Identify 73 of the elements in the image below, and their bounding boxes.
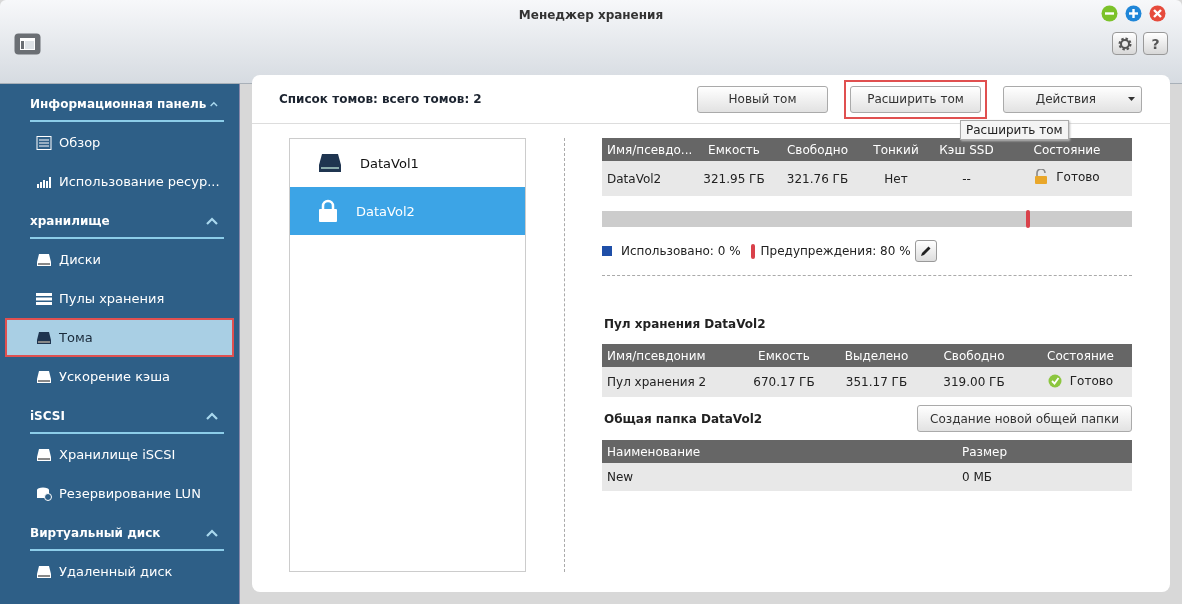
table-cell: Пул хранения 2 (602, 367, 734, 397)
section-title: Пул хранения DataVol2 (604, 317, 767, 331)
column-header: Кэш SSD (931, 138, 1002, 161)
lock-icon (318, 199, 338, 223)
drive-icon (318, 153, 342, 173)
sidebar-section-header[interactable]: Информационная панель (30, 84, 224, 122)
table-cell: 0 МБ (957, 463, 1132, 491)
column-header: Свободно (919, 344, 1029, 367)
sidebar-item[interactable]: Обзор (0, 123, 239, 162)
toolbar-button[interactable]: Новый том (697, 85, 828, 113)
drive-icon (36, 330, 52, 345)
pencil-icon (919, 245, 932, 257)
sidebar-section-header[interactable]: хранилище (30, 201, 224, 239)
actions-dropdown[interactable]: Действия (1003, 85, 1142, 113)
sidebar-item[interactable]: Резервирование LUN (0, 474, 239, 513)
column-header: Тонкий (861, 138, 931, 161)
create-folder-button[interactable]: Создание новой общей папки (917, 405, 1132, 432)
column-header: Емкость (734, 344, 834, 367)
warning-legend-swatch (750, 243, 755, 259)
drive-icon (36, 564, 52, 579)
table-cell: 321.95 ГБ (694, 161, 774, 196)
column-header: Имя/псевдо... (602, 138, 694, 161)
column-header: Выделено (834, 344, 919, 367)
table-cell: New (602, 463, 957, 491)
status-text: Готово (1069, 373, 1114, 388)
used-legend-swatch (602, 246, 612, 256)
table-cell: 321.76 ГБ (774, 161, 861, 196)
column-header: Размер (957, 440, 1132, 463)
help-button[interactable]: ? (1143, 32, 1168, 55)
sidebar-section-header[interactable]: Виртуальный диск (30, 513, 224, 551)
sidebar-item[interactable]: Диски (0, 240, 239, 279)
sidebar-section-header[interactable]: iSCSI (30, 396, 224, 434)
drive-icon (36, 447, 52, 462)
table-cell: 351.17 ГБ (834, 367, 919, 397)
window-title: Менеджер хранения (518, 8, 664, 22)
bar-chart-icon (36, 174, 52, 189)
column-header: Состояние (1029, 344, 1132, 367)
database-icon (36, 486, 52, 501)
list-icon (36, 135, 52, 150)
used-legend: Использовано: 0 % (621, 244, 741, 258)
drive-icon (36, 369, 52, 384)
close-icon[interactable] (1149, 5, 1166, 22)
table-cell: -- (931, 161, 1002, 196)
sidebar-item[interactable]: Хранилище iSCSI (0, 435, 239, 474)
maximize-icon[interactable] (1125, 5, 1142, 22)
sidebar-item[interactable]: Использование ресур... (0, 162, 239, 201)
table-cell: DataVol2 (602, 161, 694, 196)
panel-toggle-icon[interactable] (14, 32, 41, 55)
caret-icon (1128, 97, 1135, 101)
sidebar-item[interactable]: Ускорение кэша (0, 357, 239, 396)
status-text: Готово (1056, 170, 1100, 184)
sidebar-item[interactable]: Пулы хранения (0, 279, 239, 318)
drive-icon (36, 252, 52, 267)
column-header: Свободно (774, 138, 861, 161)
table-cell: 670.17 ГБ (734, 367, 834, 397)
toolbar-button[interactable]: Расширить том (850, 85, 981, 113)
table-cell: Нет (861, 161, 931, 196)
edit-button[interactable] (914, 240, 937, 262)
tooltip: Расширить том (960, 120, 1069, 140)
stack-icon (36, 291, 52, 306)
settings-icon (1116, 35, 1133, 52)
settings-button[interactable] (1112, 32, 1137, 55)
table-cell: 319.00 ГБ (919, 367, 1029, 397)
sidebar-item[interactable]: Удаленный диск (0, 552, 239, 591)
volume-list-title: Список томов: всего томов: 2 (279, 92, 482, 106)
column-header: Наименование (602, 440, 957, 463)
column-header: Имя/псевдоним (602, 344, 734, 367)
section-title: Общая папка DataVol2 (604, 411, 763, 426)
column-header: Состояние (1002, 138, 1132, 161)
sidebar-item[interactable]: Тома (5, 318, 234, 357)
warning-legend: Предупреждения: 80 % (760, 244, 911, 258)
volume-item[interactable]: DataVol1 (290, 139, 525, 187)
column-header: Емкость (694, 138, 774, 161)
